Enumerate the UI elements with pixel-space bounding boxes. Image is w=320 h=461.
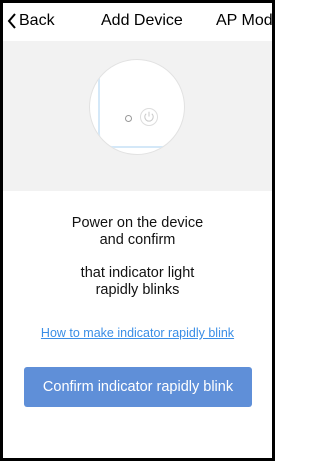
device-illustration <box>89 59 185 155</box>
navigation-bar: Back Add Device AP Mode <box>3 3 272 41</box>
back-label: Back <box>19 12 55 29</box>
confirm-indicator-button[interactable]: Confirm indicator rapidly blink <box>24 367 252 407</box>
instruction-line-1: Power on the device <box>71 215 204 231</box>
help-link[interactable]: How to make indicator rapidly blink <box>3 326 272 340</box>
page-title: Add Device <box>101 12 183 29</box>
chevron-left-icon <box>7 13 16 29</box>
device-illustration-area <box>3 41 272 191</box>
instruction-line-4: rapidly blinks <box>95 282 180 298</box>
back-button[interactable]: Back <box>7 12 55 30</box>
instruction-line-3: that indicator light <box>80 265 195 281</box>
power-icon <box>140 108 158 126</box>
instruction-line-2: and confirm <box>99 232 176 248</box>
indicator-light-icon <box>125 115 132 122</box>
ap-mode-button[interactable]: AP Mode <box>216 12 272 30</box>
app-screen: Back Add Device AP Mode Power on the dev… <box>0 0 275 461</box>
